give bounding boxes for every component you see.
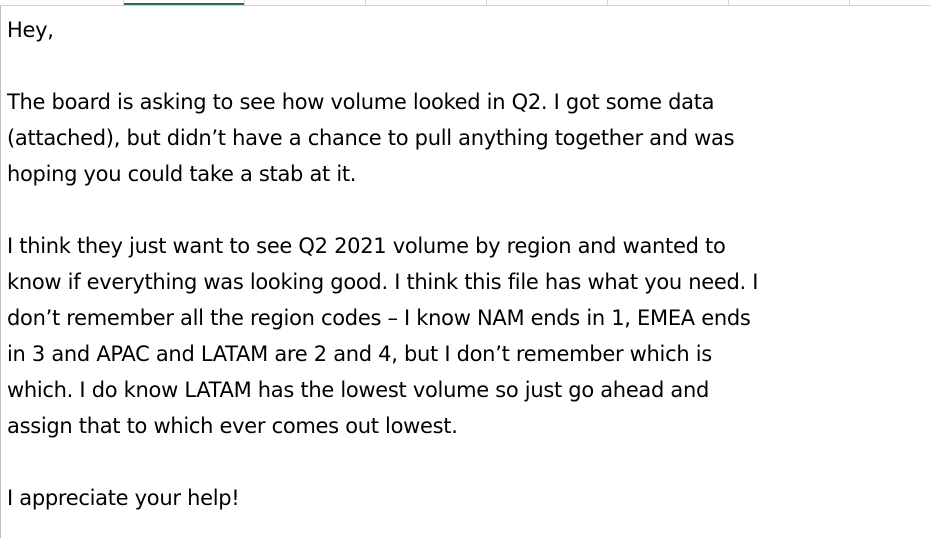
text-cell[interactable]: Hey, The board is asking to see how volu… xyxy=(7,12,922,516)
column-divider[interactable] xyxy=(849,0,850,5)
selected-column-indicator[interactable] xyxy=(123,0,244,5)
column-divider[interactable] xyxy=(486,0,487,5)
closing-line: I appreciate your help! xyxy=(7,486,240,510)
column-divider[interactable] xyxy=(123,0,124,5)
column-divider[interactable] xyxy=(244,0,245,5)
paragraph-2-line-3: don’t remember all the region codes – I … xyxy=(7,306,751,330)
paragraph-1-line-1: The board is asking to see how volume lo… xyxy=(7,90,715,114)
column-divider[interactable] xyxy=(728,0,729,5)
paragraph-2-line-4: in 3 and APAC and LATAM are 2 and 4, but… xyxy=(7,342,712,366)
column-divider[interactable] xyxy=(607,0,608,5)
paragraph-2-line-2: know if everything was looking good. I t… xyxy=(7,270,759,294)
paragraph-1-line-3: hoping you could take a stab at it. xyxy=(7,162,357,186)
paragraph-1-line-2: (attached), but didn’t have a chance to … xyxy=(7,126,735,150)
column-divider[interactable] xyxy=(365,0,366,5)
paragraph-2-line-1: I think they just want to see Q2 2021 vo… xyxy=(7,234,726,258)
column-header-strip xyxy=(0,0,931,6)
paragraph-2-line-5: which. I do know LATAM has the lowest vo… xyxy=(7,378,710,402)
greeting-line: Hey, xyxy=(7,18,54,42)
cell-left-border xyxy=(0,6,1,538)
paragraph-2-line-6: assign that to which ever comes out lowe… xyxy=(7,414,458,438)
